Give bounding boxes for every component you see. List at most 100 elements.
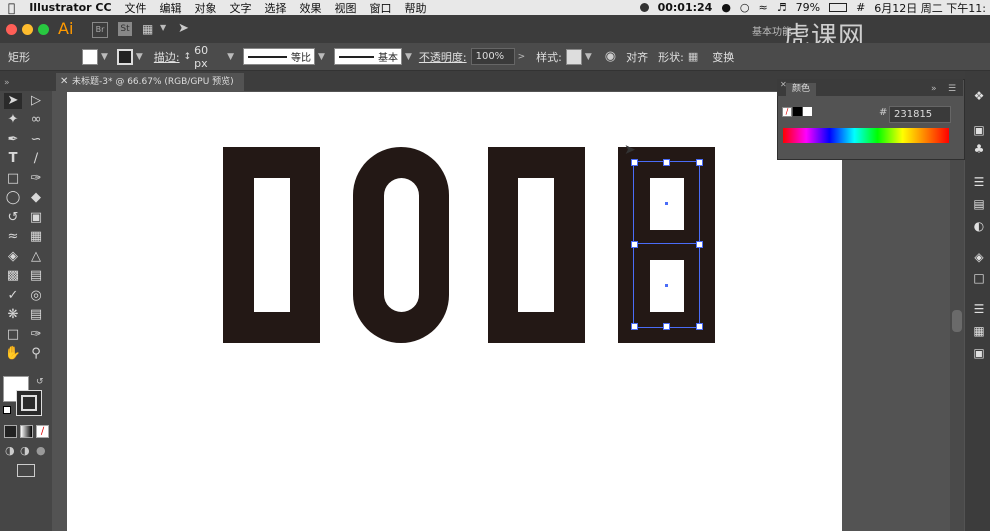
selection-bounding-box[interactable] — [633, 161, 700, 328]
lasso-icon[interactable]: ∞ — [27, 112, 45, 128]
selection-handle-w[interactable] — [631, 241, 638, 248]
window-zoom-button[interactable] — [38, 24, 49, 35]
selection-handle-se[interactable] — [696, 323, 703, 330]
curvature-icon[interactable]: ∽ — [27, 132, 45, 148]
shape-properties-icon[interactable]: ▦ — [688, 50, 698, 63]
menu-edit[interactable]: 编辑 — [160, 0, 182, 16]
window-close-button[interactable] — [6, 24, 17, 35]
magic-wand-icon[interactable]: ✦ — [4, 112, 22, 128]
layers-icon[interactable]: ◈ — [972, 251, 986, 263]
selection-handle-s[interactable] — [663, 323, 670, 330]
gpu-performance-icon[interactable]: ➤ — [178, 21, 189, 36]
white-swatch[interactable] — [803, 107, 812, 116]
slice-icon[interactable]: ✑ — [27, 327, 45, 343]
line-tool-icon[interactable]: ∕ — [27, 151, 45, 167]
variable-width-profile[interactable]: 等比 — [243, 48, 316, 65]
chevron-down-icon[interactable]: ▼ — [160, 23, 166, 32]
type-tool-icon[interactable]: T — [4, 151, 22, 167]
hand-icon[interactable]: ✋ — [4, 346, 22, 362]
rectangle-tool-icon[interactable]: □ — [4, 171, 22, 187]
pathfinder-icon[interactable]: ▣ — [972, 347, 986, 359]
shape-label[interactable]: 形状: — [658, 49, 684, 65]
input-method-icon[interactable]: # — [856, 1, 865, 14]
arrange-documents-icon[interactable]: ▦ — [142, 22, 153, 36]
color-guide-icon[interactable]: ❖ — [972, 90, 986, 102]
stroke-stepper-icon[interactable]: ↕ — [184, 52, 192, 62]
record-icon[interactable] — [639, 3, 649, 12]
align-button[interactable]: 对齐 — [626, 49, 648, 65]
artboards-icon[interactable]: □ — [972, 272, 986, 284]
opacity-field[interactable]: 100% — [470, 48, 515, 65]
none-swatch-icon[interactable]: ∕ — [782, 107, 792, 117]
stroke-label[interactable]: 描边: — [154, 49, 180, 65]
wechat-icon[interactable]: ○ — [740, 1, 750, 14]
color-spectrum-bar[interactable] — [783, 128, 949, 143]
artboard[interactable] — [67, 92, 842, 531]
stroke-swatch-icon[interactable] — [16, 390, 42, 416]
mesh-icon[interactable]: ▩ — [4, 268, 22, 284]
gradient-icon[interactable]: ▤ — [27, 268, 45, 284]
recolor-artwork-icon[interactable]: ◉ — [605, 49, 616, 64]
scrollbar-thumb[interactable] — [952, 310, 962, 332]
selection-handle-e[interactable] — [696, 241, 703, 248]
document-tab[interactable]: ✕ 未标题-3* @ 66.67% (RGB/GPU 预览) — [56, 73, 244, 91]
draw-behind-icon[interactable]: ● — [36, 444, 46, 457]
menu-help[interactable]: 帮助 — [405, 0, 427, 16]
stroke-panel-icon[interactable]: ☰ — [972, 176, 986, 188]
opacity-label[interactable]: 不透明度: — [419, 49, 467, 65]
rotate-icon[interactable]: ↺ — [4, 210, 22, 226]
selection-handle-ne[interactable] — [696, 159, 703, 166]
toolbar-collapse-icon[interactable]: » — [4, 78, 10, 88]
shape-builder-icon[interactable]: ◈ — [4, 249, 22, 265]
stroke-weight-field[interactable]: 60 px — [194, 44, 224, 70]
libraries-icon[interactable]: ▣ — [972, 124, 986, 136]
wifi-icon[interactable]: ≈ — [759, 1, 768, 14]
screen-mode-icon[interactable] — [17, 464, 35, 477]
perspective-grid-icon[interactable]: △ — [27, 249, 45, 265]
apple-icon[interactable]:  — [8, 1, 15, 15]
eraser-icon[interactable]: ◆ — [27, 190, 45, 206]
graphic-style-swatch[interactable] — [565, 48, 582, 65]
pen-icon[interactable]: ✒ — [4, 132, 22, 148]
panel-menu-icon[interactable]: ☰ — [948, 84, 956, 94]
menu-file[interactable]: 文件 — [125, 0, 147, 16]
selection-handle-nw[interactable] — [631, 159, 638, 166]
menu-view[interactable]: 视图 — [335, 0, 357, 16]
zoom-icon[interactable]: ⚲ — [27, 346, 45, 362]
profile-chevron-icon[interactable]: ▼ — [318, 52, 325, 62]
battery-icon[interactable] — [829, 3, 848, 12]
stroke-color-swatch[interactable] — [116, 48, 133, 65]
black-swatch[interactable] — [793, 107, 802, 116]
brushes-icon[interactable]: ♣ — [972, 143, 986, 155]
selection-handle-sw[interactable] — [631, 323, 638, 330]
width-tool-icon[interactable]: ≈ — [4, 229, 22, 245]
window-minimize-button[interactable] — [22, 24, 33, 35]
brush-chevron-icon[interactable]: ▼ — [405, 52, 412, 62]
transform-panel-icon[interactable]: ▦ — [972, 325, 986, 337]
menu-select[interactable]: 选择 — [265, 0, 287, 16]
scale-icon[interactable]: ▣ — [27, 210, 45, 226]
qq-icon[interactable]: ● — [721, 1, 731, 14]
transform-button[interactable]: 变换 — [712, 49, 734, 65]
color-panel-title-tab[interactable]: 颜色 — [786, 83, 817, 96]
brush-definition[interactable]: 基本 — [333, 48, 402, 65]
direct-selection-icon[interactable]: ▷ — [27, 93, 45, 109]
hex-value-field[interactable]: 231815 — [889, 106, 951, 123]
opacity-chevron-icon[interactable]: > — [518, 52, 526, 62]
blend-icon[interactable]: ◎ — [27, 288, 45, 304]
symbol-sprayer-icon[interactable]: ❋ — [4, 307, 22, 323]
transparency-icon[interactable]: ◐ — [972, 220, 986, 232]
stock-logo[interactable]: St — [118, 22, 132, 36]
shaper-icon[interactable]: ◯ — [4, 190, 22, 206]
brush-icon[interactable]: ✑ — [27, 171, 45, 187]
clock-text[interactable]: 6月12日 周二 下午11: — [874, 0, 986, 16]
selection-tool-icon[interactable]: ➤ — [4, 93, 22, 109]
color-mode-icon[interactable] — [4, 425, 17, 438]
none-mode-icon[interactable]: ∕ — [36, 425, 49, 438]
menu-type[interactable]: 文字 — [230, 0, 252, 16]
panel-expand-icon[interactable]: » — [931, 84, 937, 94]
close-icon[interactable]: ✕ — [60, 73, 68, 91]
volume-icon[interactable]: ♬ — [777, 1, 787, 14]
fill-dropdown-chevron-icon[interactable]: ▼ — [101, 52, 108, 62]
menu-effect[interactable]: 效果 — [300, 0, 322, 16]
